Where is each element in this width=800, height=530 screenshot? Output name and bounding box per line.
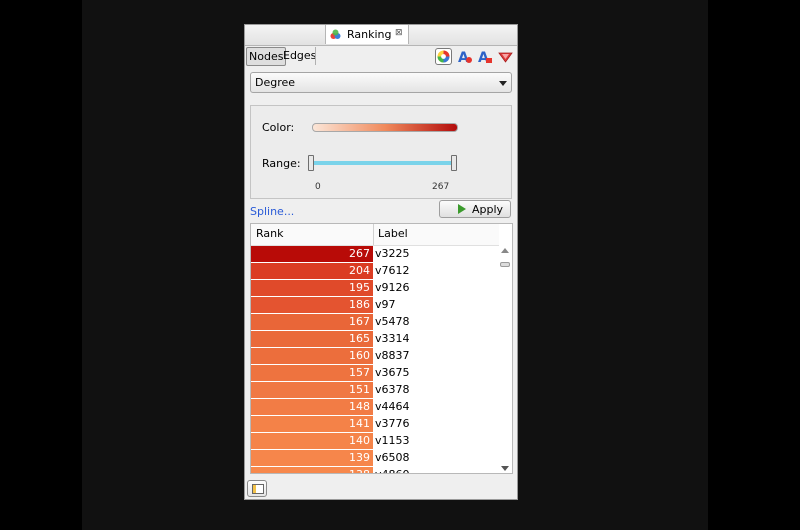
column-header-label[interactable]: Label (378, 227, 408, 240)
ranking-attribute-select[interactable]: Degree (250, 72, 512, 93)
label-cell: v6508 (375, 451, 410, 464)
close-icon[interactable]: ⊠ (395, 28, 403, 38)
table-row[interactable]: 195 v9126 (251, 280, 495, 297)
table-row[interactable]: 167 v5478 (251, 314, 495, 331)
table-body: 267 v3225 204 v7612 195 v9126 186 v97 167 v5478 16… (251, 246, 495, 473)
left-backdrop (0, 0, 82, 530)
rank-cell: 138 (251, 467, 373, 473)
rank-cell: 195 (251, 280, 373, 296)
table-row[interactable]: 138v4860 (251, 467, 495, 473)
rank-cell: 160 (251, 348, 373, 364)
color-transform-icon[interactable] (435, 48, 452, 65)
transform-settings: Color: Range: 0 267 (250, 105, 512, 199)
label-cell: v9126 (375, 281, 410, 294)
label-cell: v4464 (375, 400, 410, 413)
rank-cell: 204 (251, 263, 373, 279)
table-row[interactable]: 165 v3314 (251, 331, 495, 348)
ranking-icon (330, 29, 341, 39)
label-cell: v8837 (375, 349, 410, 362)
range-slider-track[interactable] (313, 161, 455, 165)
table-row[interactable]: 204 v7612 (251, 263, 495, 280)
size-transform-icon[interactable]: A (456, 48, 473, 65)
column-header-rank[interactable]: Rank (256, 227, 283, 240)
label-color-transform-icon[interactable]: A (476, 48, 493, 65)
window-tab-bar: Ranking ⊠ (245, 25, 517, 46)
table-row[interactable]: 140 v1153 (251, 433, 495, 450)
label-cell: v1153 (375, 434, 410, 447)
rank-cell: 141 (251, 416, 373, 432)
rank-cell: 157 (251, 365, 373, 381)
range-max-handle[interactable] (451, 155, 457, 171)
table-scrollbar[interactable] (499, 246, 511, 473)
table-header: Rank Label (251, 224, 499, 246)
range-label: Range: (262, 157, 301, 170)
label-cell: v5478 (375, 315, 410, 328)
rank-cell: 267 (251, 246, 373, 262)
window-tab-title: Ranking (347, 28, 392, 41)
ranking-attribute-value: Degree (255, 76, 296, 89)
table-row[interactable]: 139 v6508 (251, 450, 495, 467)
table-row[interactable]: 148 v4464 (251, 399, 495, 416)
label-cell: v3314 (375, 332, 410, 345)
rank-cell: 165 (251, 331, 373, 347)
label-cell: v3776 (375, 417, 410, 430)
ranking-panel: Ranking ⊠ Nodes Edges A A Degree Color: … (244, 24, 518, 500)
spline-link[interactable]: Spline... (250, 205, 294, 218)
table-row[interactable]: 186 v97 (251, 297, 495, 314)
play-icon (458, 204, 466, 214)
range-max-value: 267 (432, 182, 450, 192)
range-min-handle[interactable] (308, 155, 314, 171)
table-row[interactable]: 151 v6378 (251, 382, 495, 399)
window-icon (252, 484, 264, 494)
apply-button[interactable]: Apply (439, 200, 511, 218)
table-row[interactable]: 267 v3225 (251, 246, 495, 263)
rank-cell: 151 (251, 382, 373, 398)
table-row[interactable]: 141 v3776 (251, 416, 495, 433)
scrollbar-thumb[interactable] (500, 262, 510, 267)
toggle-panel-button[interactable] (247, 480, 267, 497)
ranking-window-tab[interactable]: Ranking ⊠ (325, 25, 409, 44)
rank-cell: 148 (251, 399, 373, 415)
table-row[interactable]: 160 v8837 (251, 348, 495, 365)
table-row[interactable]: 157 v3675 (251, 365, 495, 382)
color-label: Color: (262, 121, 295, 134)
scroll-down-icon[interactable] (501, 466, 509, 471)
tab-edges[interactable]: Edges (281, 47, 318, 64)
label-cell: v6378 (375, 383, 410, 396)
rank-cell: 186 (251, 297, 373, 313)
label-cell: v7612 (375, 264, 410, 277)
column-divider (373, 224, 374, 245)
rank-cell: 139 (251, 450, 373, 466)
label-cell: v4860 (373, 467, 410, 473)
label-cell: v3675 (375, 366, 410, 379)
range-min-value: 0 (315, 182, 321, 192)
label-size-transform-icon[interactable] (497, 48, 514, 65)
color-gradient-picker[interactable] (312, 123, 458, 132)
tab-divider (315, 47, 316, 65)
scroll-up-icon[interactable] (501, 248, 509, 253)
rank-cell: 140 (251, 433, 373, 449)
rank-cell: 167 (251, 314, 373, 330)
apply-label: Apply (472, 203, 504, 216)
right-backdrop (708, 0, 800, 530)
label-cell: v3225 (375, 247, 410, 260)
ranking-table: Rank Label 267 v3225 204 v7612 195 v9126 186 v9… (250, 223, 513, 474)
label-cell: v97 (375, 298, 396, 311)
chevron-down-icon (499, 81, 507, 86)
